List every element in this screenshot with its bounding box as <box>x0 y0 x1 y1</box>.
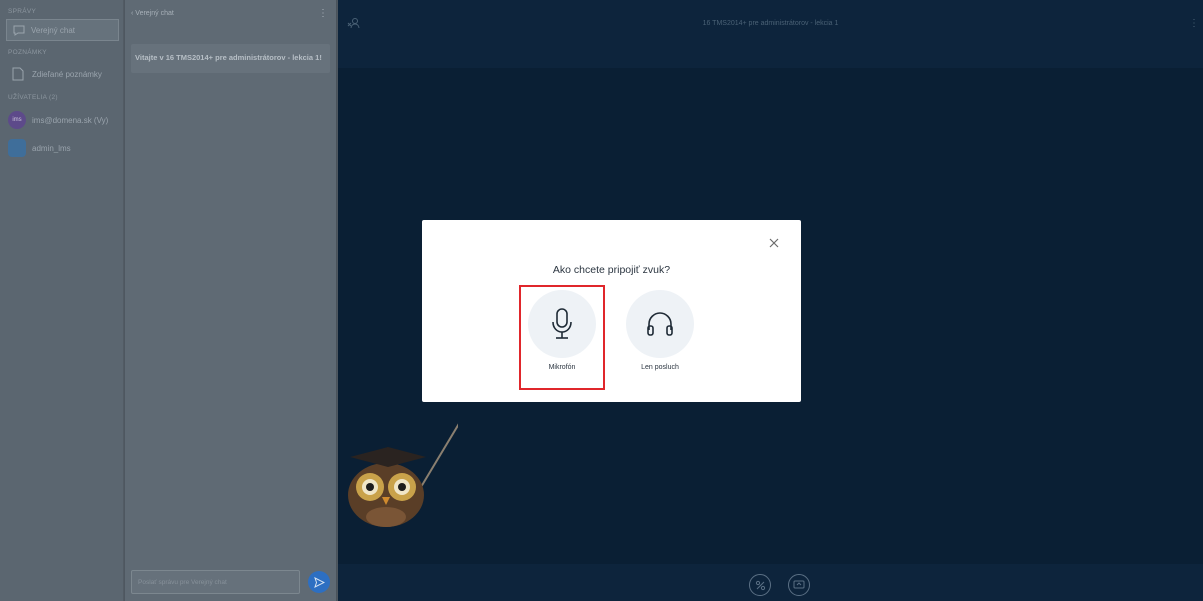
headphones-icon <box>647 312 673 336</box>
avatar: ims <box>8 111 26 129</box>
shared-notes-item[interactable]: Zdieľané poznámky <box>6 62 119 86</box>
microphone-highlight-frame <box>519 285 605 390</box>
meeting-title: 16 TMS2014+ pre administrátorov - lekcia… <box>702 20 839 27</box>
top-bar: 16 TMS2014+ pre administrátorov - lekcia… <box>338 0 1203 68</box>
user-list-panel: SPRÁVY Verejný chat POZNÁMKY Zdieľané po… <box>0 0 124 601</box>
send-button[interactable] <box>308 571 330 593</box>
owl-mascot-image <box>348 423 458 527</box>
user-name: ims@domena.sk (Vy) <box>32 115 109 125</box>
chat-header: ‹ Verejný chat ⋮ <box>125 0 336 26</box>
options-menu-icon[interactable]: ⋮ <box>1189 18 1199 29</box>
listen-only-option-button[interactable]: Len posluch <box>624 290 696 371</box>
public-chat-label: Verejný chat <box>31 25 76 35</box>
chat-options-icon[interactable]: ⋮ <box>318 8 328 19</box>
users-section-header: UŽÍVATELIA (2) <box>8 94 58 101</box>
welcome-message: Vitajte v 16 TMS2014+ pre administrátoro… <box>131 44 330 73</box>
chat-back-label: Verejný chat <box>135 9 174 17</box>
chat-icon <box>13 25 25 36</box>
close-icon[interactable] <box>767 236 781 250</box>
join-audio-modal: Ako chcete pripojiť zvuk? Mikrofón Len p… <box>422 220 801 402</box>
bottom-controls-bar <box>338 564 1203 601</box>
public-chat-item[interactable]: Verejný chat <box>6 19 119 41</box>
chat-back-link[interactable]: ‹ Verejný chat <box>131 10 174 17</box>
listen-only-option-circle[interactable] <box>626 290 694 358</box>
notes-section-header: POZNÁMKY <box>8 49 47 56</box>
user-name: admin_lms <box>32 143 71 153</box>
send-icon <box>313 576 325 588</box>
modal-question: Ako chcete pripojiť zvuk? <box>552 264 671 276</box>
screen-share-button[interactable] <box>788 574 810 596</box>
avatar <box>8 139 26 157</box>
chat-panel: ‹ Verejný chat ⋮ Vitajte v 16 TMS2014+ p… <box>125 0 337 601</box>
percent-icon <box>755 580 765 590</box>
user-item-admin[interactable]: admin_lms <box>0 133 123 161</box>
user-item-self[interactable]: ims ims@domena.sk (Vy) <box>0 105 123 133</box>
messages-section-header: SPRÁVY <box>8 8 37 15</box>
presentation-toggle-button[interactable] <box>749 574 771 596</box>
chat-input-row: Poslať správu pre Verejný chat <box>131 569 330 595</box>
notes-icon <box>12 67 24 81</box>
shared-notes-label: Zdieľané poznámky <box>32 69 102 79</box>
chat-message-input[interactable]: Poslať správu pre Verejný chat <box>131 570 300 594</box>
screen-share-icon <box>793 580 805 589</box>
listen-only-option-label: Len posluch <box>641 364 679 371</box>
